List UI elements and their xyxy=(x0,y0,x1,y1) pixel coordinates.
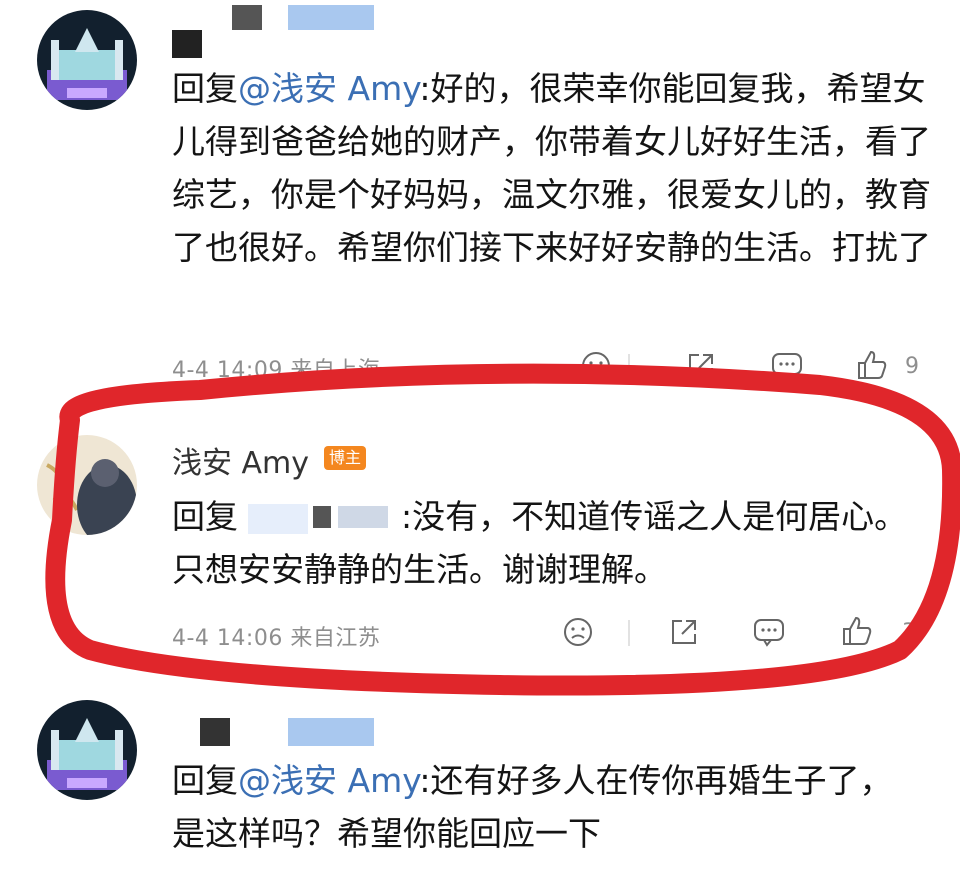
divider xyxy=(628,354,630,380)
dislike-icon[interactable] xyxy=(580,350,612,382)
comment-icon[interactable] xyxy=(752,616,786,648)
blogger-badge: 博主 xyxy=(324,446,367,470)
avatar[interactable] xyxy=(37,10,137,110)
like-count: 3 xyxy=(902,620,916,645)
comment-meta: 4-4 14:09 来自上海 xyxy=(172,358,381,383)
avatar[interactable] xyxy=(37,435,137,535)
comment-meta: 4-4 14:06 来自江苏 xyxy=(172,626,381,651)
like-icon[interactable] xyxy=(855,348,889,382)
like-icon[interactable] xyxy=(840,614,874,648)
divider xyxy=(628,620,630,646)
like-count: 9 xyxy=(905,354,919,379)
blurred-mention xyxy=(238,503,401,534)
avatar[interactable] xyxy=(37,700,137,800)
comment-text: 回复@浅安 Amy:还有好多人在传你再婚生子了，是这样吗？希望你能回应一下 xyxy=(172,761,893,853)
mention-link[interactable]: @浅安 Amy xyxy=(238,761,419,800)
share-icon[interactable] xyxy=(668,616,700,648)
comment-text: 回复@浅安 Amy:好的，很荣幸你能回复我，希望女儿得到爸爸给她的财产，你带着女… xyxy=(172,69,931,267)
share-icon[interactable] xyxy=(685,350,717,382)
blurred-username xyxy=(288,5,374,30)
dislike-icon[interactable] xyxy=(562,616,594,648)
comment-text: 回复:没有，不知道传谣之人是何居心。只想安安静静的生活。谢谢理解。 xyxy=(172,497,908,589)
blurred-username xyxy=(172,30,202,58)
comment-icon[interactable] xyxy=(770,350,804,382)
username[interactable]: 浅安 Amy xyxy=(172,438,309,482)
blurred-username xyxy=(288,718,374,746)
blurred-username xyxy=(200,718,230,746)
blurred-username xyxy=(232,5,262,30)
mention-link[interactable]: @浅安 Amy xyxy=(238,69,419,108)
